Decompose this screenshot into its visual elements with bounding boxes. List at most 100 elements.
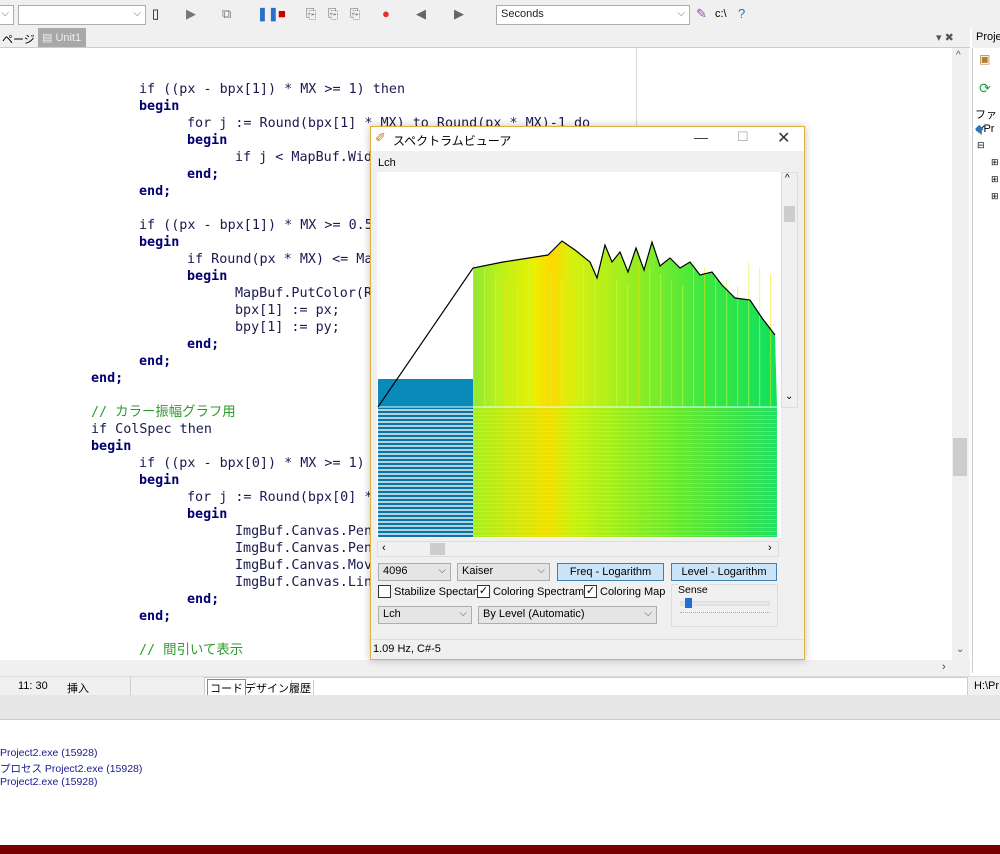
scroll-thumb[interactable] [430, 543, 445, 555]
help-icon[interactable]: ? [738, 6, 745, 22]
channel-select[interactable]: Lch ⌵ [378, 606, 472, 624]
spectrogram-stripe [473, 495, 777, 496]
checkbox-box[interactable]: ✓ [584, 585, 597, 598]
spectrogram-stripe [473, 507, 777, 508]
plot-horizontal-scrollbar[interactable]: ‹ › [377, 541, 779, 557]
spectrogram-stripe [473, 479, 777, 480]
code-line: MapBuf.PutColor(R [235, 286, 373, 301]
pin-icon[interactable]: ▾ ✖ [936, 31, 954, 44]
spectrum-stripe [594, 268, 596, 413]
stabilize-checkbox[interactable]: Stabilize Spectam [378, 585, 482, 598]
status-bar: 11: 30 挿入 コード デザイン 履歴 H:\Pr [0, 676, 1000, 697]
scroll-right-icon[interactable]: › [942, 661, 946, 673]
color-mode-select[interactable]: By Level (Automatic) ⌵ [478, 606, 657, 624]
spectrum-stripe [561, 280, 563, 425]
back-icon[interactable]: ◀ [416, 6, 426, 22]
sense-group: Sense [671, 584, 778, 627]
message-line: Project2.exe (15928) [0, 776, 98, 788]
tab-design[interactable]: デザイン [243, 680, 292, 696]
tab-unit1[interactable]: ▤ Unit1 [38, 28, 86, 47]
maximize-icon[interactable]: ☐ [737, 129, 749, 145]
editor-vertical-scrollbar[interactable]: ^ ⌄ [952, 48, 969, 660]
scroll-down-icon[interactable]: ⌄ [956, 644, 964, 655]
project-options-icon[interactable]: ▣ [979, 52, 990, 66]
spectrum-stripe [605, 274, 607, 419]
spectrum-stripe [550, 274, 552, 419]
scroll-up-icon[interactable]: ^ [785, 173, 790, 184]
scroll-down-icon[interactable]: ⌄ [785, 391, 793, 402]
scroll-left-icon[interactable]: ‹ [382, 542, 386, 554]
project-panel: ▣ ⟳ ファイ ◆Pr ⊟ ⊞ ⊞ ⊞ [972, 28, 1000, 673]
step-over-icon[interactable]: ⎘ [306, 6, 316, 22]
forward-icon[interactable]: ▶ [454, 6, 464, 22]
window-title: スペクトラムビューア [393, 134, 512, 148]
coloring-spectrum-checkbox[interactable]: ✓ Coloring Spectram [477, 585, 584, 598]
expand-icon[interactable]: ⊞ [991, 174, 999, 185]
spectrum-stripe [671, 280, 673, 425]
run-icon[interactable]: ▶ [186, 6, 196, 22]
message-line: プロセス Project2.exe (15928) [0, 763, 143, 775]
spectrogram-stripe [473, 515, 777, 516]
path-label[interactable]: c:\ [715, 6, 727, 22]
message-line: Project2.exe (15928) [0, 747, 98, 759]
tab-project[interactable]: Proje [972, 28, 1000, 48]
breakpoint-icon[interactable]: ● [382, 6, 390, 22]
stop-icon[interactable]: ■ [278, 6, 286, 22]
spectrogram-stripe [473, 463, 777, 464]
spectrogram-stripe [473, 459, 777, 460]
title-bar[interactable]: ✐ スペクトラムビューア — ☐ ✕ [371, 127, 804, 151]
sense-slider-thumb[interactable] [684, 598, 692, 608]
fft-size-select[interactable]: 4096 ⌵ [378, 563, 451, 581]
editor-horizontal-scrollbar[interactable]: › [0, 660, 970, 676]
spectrogram-stripe [473, 411, 777, 412]
checkbox-box[interactable] [378, 585, 391, 598]
app-icon: ✐ [375, 130, 386, 145]
project-tree-item[interactable]: ◆Pr [975, 122, 994, 135]
target-combo[interactable]: ⌵ [18, 5, 146, 25]
scroll-thumb[interactable] [784, 206, 795, 222]
expand-icon[interactable]: ⊞ [991, 157, 999, 168]
device-icon[interactable]: ▯ [152, 6, 159, 22]
spectrogram-stripe [473, 467, 777, 468]
menu-lch[interactable]: Lch [378, 157, 396, 169]
collapse-icon[interactable]: ⊟ [977, 140, 985, 151]
freq-scale-button[interactable]: Freq - Logarithm [557, 563, 664, 581]
spectrum-stripe [770, 274, 772, 419]
run-to-cursor-icon[interactable]: ⎘ [350, 6, 360, 22]
trace-into-icon[interactable]: ⎘ [328, 6, 338, 22]
tab-history[interactable]: 履歴 [287, 680, 314, 696]
plot-vertical-scrollbar[interactable]: ^ ⌄ [781, 172, 798, 408]
expand-icon[interactable]: ⊞ [991, 191, 999, 202]
code-line: end; [187, 337, 220, 352]
coloring-map-checkbox[interactable]: ✓ Coloring Map [584, 585, 665, 598]
code-line: ImgBuf.Canvas.Pen [235, 524, 373, 539]
level-scale-button[interactable]: Level - Logarithm [671, 563, 777, 581]
config-combo[interactable]: ⌵ [0, 5, 14, 25]
spectrogram-stripe [473, 475, 777, 476]
scroll-thumb[interactable] [953, 438, 967, 476]
spectrum-plot[interactable] [377, 172, 781, 538]
spectrum-stripe [616, 280, 618, 425]
run-without-debug-icon[interactable]: ⧉ [222, 6, 231, 22]
refresh-icon[interactable]: ⟳ [979, 80, 991, 97]
minimize-icon[interactable]: — [694, 129, 708, 145]
spectrogram-stripe [473, 431, 777, 432]
code-line: begin [139, 235, 180, 250]
messages-header [0, 695, 1000, 720]
sense-track[interactable] [680, 601, 770, 606]
spectrogram-stripe [473, 455, 777, 456]
scroll-right-icon[interactable]: › [768, 542, 772, 554]
frequency-readout: 1.09 Hz, C#-5 [373, 643, 441, 655]
spectrum-stripe [748, 262, 750, 407]
code-line: begin [187, 507, 228, 522]
search-combo[interactable]: Seconds ⌵ [496, 5, 690, 25]
window-function-select[interactable]: Kaiser ⌵ [457, 563, 550, 581]
spectrogram-stripe [473, 535, 777, 536]
checkbox-box[interactable]: ✓ [477, 585, 490, 598]
pause-icon[interactable]: ❚❚ [257, 6, 279, 22]
code-line: end; [187, 167, 220, 182]
scroll-up-icon[interactable]: ^ [956, 50, 961, 61]
find-icon[interactable]: ✎ [696, 6, 707, 22]
close-icon[interactable]: ✕ [777, 128, 790, 148]
spectrogram-stripe [473, 443, 777, 444]
